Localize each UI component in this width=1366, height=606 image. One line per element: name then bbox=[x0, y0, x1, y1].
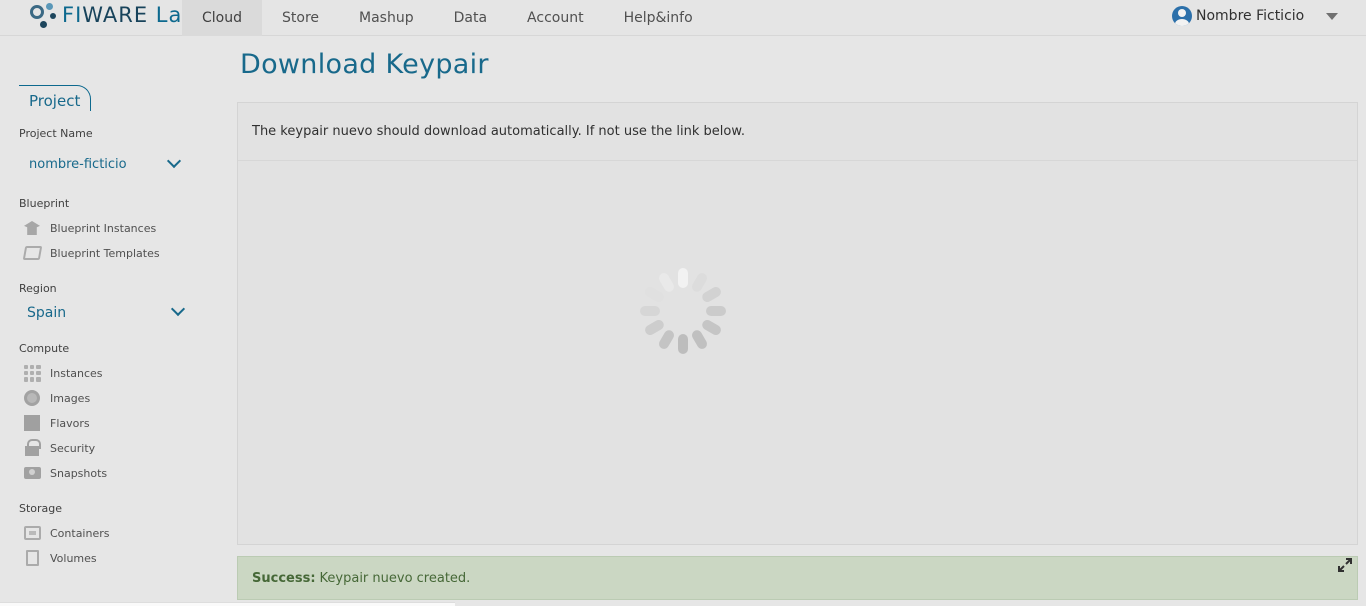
sidebar-item-label: Instances bbox=[50, 366, 103, 380]
nav-store[interactable]: Store bbox=[262, 0, 339, 36]
sidebar-item-blueprint-templates[interactable]: Blueprint Templates bbox=[19, 242, 209, 264]
logo-text: FIWARE Lab bbox=[62, 3, 197, 27]
download-message: The keypair nuevo should download automa… bbox=[252, 124, 745, 139]
sidebar-item-label: Snapshots bbox=[50, 466, 108, 480]
nav-mashup[interactable]: Mashup bbox=[339, 0, 434, 36]
sidebar-item-instances[interactable]: Instances bbox=[19, 362, 209, 384]
sidebar-item-blueprint-instances[interactable]: Blueprint Instances bbox=[19, 217, 209, 239]
nav-data[interactable]: Data bbox=[434, 0, 507, 36]
sidebar-item-label: Blueprint Instances bbox=[50, 221, 157, 235]
storage-label: Storage bbox=[19, 502, 63, 515]
sidebar-item-volumes[interactable]: Volumes bbox=[19, 547, 209, 569]
page-bottom-edge bbox=[0, 602, 455, 606]
user-avatar-icon bbox=[1172, 6, 1192, 26]
graduation-cap-icon bbox=[21, 219, 43, 237]
nav-account[interactable]: Account bbox=[507, 0, 604, 36]
square-icon bbox=[21, 414, 43, 432]
sidebar-item-images[interactable]: Images bbox=[19, 387, 209, 409]
alert-message: Keypair nuevo created. bbox=[319, 571, 471, 586]
project-tab[interactable]: Project bbox=[19, 85, 91, 111]
sidebar-item-containers[interactable]: Containers bbox=[19, 522, 209, 544]
camera-icon bbox=[21, 464, 43, 482]
sidebar-item-label: Containers bbox=[50, 526, 110, 540]
sidebar-item-flavors[interactable]: Flavors bbox=[19, 412, 209, 434]
region-label: Region bbox=[19, 282, 57, 295]
nav-cloud[interactable]: Cloud bbox=[182, 0, 262, 36]
page-title: Download Keypair bbox=[240, 49, 489, 80]
sidebar-item-label: Blueprint Templates bbox=[50, 246, 160, 260]
sidebar-item-label: Flavors bbox=[50, 416, 90, 430]
project-select[interactable]: nombre-ficticio bbox=[19, 152, 189, 178]
sidebar-item-label: Images bbox=[50, 391, 91, 405]
grid-icon bbox=[21, 364, 43, 382]
chevron-down-icon bbox=[170, 301, 186, 317]
user-menu[interactable]: Nombre Ficticio bbox=[1172, 4, 1304, 28]
sidebar-item-security[interactable]: Security bbox=[19, 437, 209, 459]
fiware-lab-logo[interactable]: FIWARE Lab bbox=[28, 0, 197, 34]
fiware-logo-mark bbox=[28, 1, 60, 33]
blueprint-label: Blueprint bbox=[19, 197, 70, 210]
region-select-value: Spain bbox=[27, 305, 67, 321]
main-nav: Cloud Store Mashup Data Account Help&inf… bbox=[182, 0, 713, 36]
sidebar: Project Project Name nombre-ficticio Blu… bbox=[0, 36, 230, 606]
user-name: Nombre Ficticio bbox=[1196, 8, 1305, 24]
top-navigation-bar: FIWARE Lab Cloud Store Mashup Data Accou… bbox=[0, 0, 1366, 36]
download-panel: The keypair nuevo should download automa… bbox=[237, 102, 1358, 545]
document-icon bbox=[21, 549, 43, 567]
layers-icon bbox=[21, 244, 43, 262]
loading-spinner-icon bbox=[640, 268, 726, 354]
user-menu-caret-icon[interactable] bbox=[1326, 13, 1338, 20]
nav-help-info[interactable]: Help&info bbox=[604, 0, 713, 36]
sidebar-item-label: Security bbox=[50, 441, 96, 455]
project-name-label: Project Name bbox=[19, 127, 93, 140]
expand-icon[interactable] bbox=[1338, 558, 1352, 572]
chevron-down-icon bbox=[166, 153, 182, 169]
sidebar-item-label: Volumes bbox=[50, 551, 97, 565]
lock-icon bbox=[21, 438, 43, 457]
disc-icon bbox=[21, 389, 43, 407]
sidebar-item-snapshots[interactable]: Snapshots bbox=[19, 462, 209, 484]
project-select-value: nombre-ficticio bbox=[29, 157, 127, 172]
box-icon bbox=[21, 524, 43, 542]
alert-label: Success: bbox=[252, 571, 316, 586]
panel-divider bbox=[238, 160, 1357, 161]
alert-text: Success: Keypair nuevo created. bbox=[252, 571, 470, 586]
success-alert: Success: Keypair nuevo created. bbox=[237, 556, 1358, 600]
region-select[interactable]: Spain bbox=[19, 300, 189, 326]
compute-label: Compute bbox=[19, 342, 70, 355]
